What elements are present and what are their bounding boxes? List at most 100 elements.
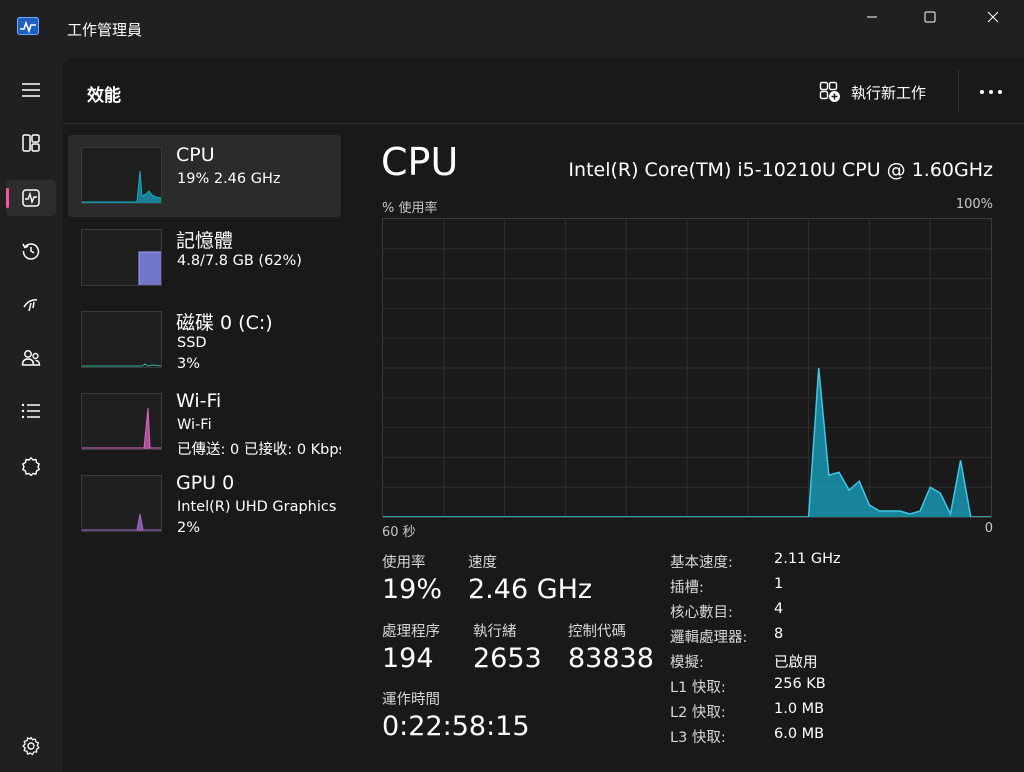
spec-value: 1.0 MB: [774, 701, 825, 717]
y-axis-max: 100%: [955, 197, 993, 212]
device-detail-2: 3%: [177, 356, 201, 372]
device-item-disk[interactable]: 磁碟 0 (C:) SSD 3%: [68, 299, 341, 381]
cpu-usage-graph: [382, 218, 992, 518]
device-name: GPU 0: [176, 472, 235, 494]
page-title: 效能: [87, 86, 121, 106]
more-icon: [980, 90, 1002, 94]
device-item-memory[interactable]: 記憶體 4.8/7.8 GB (62%): [68, 217, 341, 299]
device-name: 磁碟 0 (C:): [176, 312, 273, 334]
device-thumbnail: [81, 393, 162, 450]
stat-speed: 速度 2.46 GHz: [468, 551, 592, 605]
spec-key: L1 快取:: [670, 680, 726, 696]
stat-uptime: 運作時間 0:22:58:15: [382, 688, 530, 742]
spec-value: 已啟用: [774, 655, 818, 671]
window-title: 工作管理員: [67, 21, 143, 39]
uptime-value: 0:22:58:15: [382, 711, 530, 742]
details-icon: [21, 403, 40, 419]
speed-value: 2.46 GHz: [468, 574, 593, 605]
services-icon: [22, 457, 40, 476]
run-new-task-label: 執行新工作: [851, 83, 927, 102]
spec-key: 模擬:: [670, 655, 704, 671]
spec-key: 基本速度:: [670, 555, 733, 571]
settings-icon: [22, 736, 40, 756]
cpu-usage-chart: [383, 219, 991, 518]
stat-processes: 處理程序 194: [382, 620, 440, 674]
speed-label: 速度: [468, 555, 497, 571]
threads-label: 執行緒: [473, 624, 517, 640]
handles-label: 控制代碼: [568, 624, 626, 640]
spec-value: 4: [774, 601, 784, 617]
nav-item-users[interactable]: [6, 340, 56, 376]
device-detail-1: Wi-Fi: [177, 417, 212, 433]
spec-value: 6.0 MB: [774, 726, 825, 742]
content-pane: 效能 執行新工作 CPU 19% 2.46 GHz 記憶體 4.8/7.8 GB…: [63, 58, 1024, 772]
nav-item-performance[interactable]: [6, 180, 56, 216]
device-detail-1: Intel(R) UHD Graphics: [177, 499, 337, 515]
spec-key: L2 快取:: [670, 705, 726, 721]
task-manager-window: 工作管理員 效能 執行新工作 CPU 19% 2.46 GHz 記憶體 4.8/…: [0, 0, 1024, 772]
device-name: CPU: [176, 144, 215, 166]
nav-item-settings[interactable]: [6, 728, 56, 764]
processes-value: 194: [382, 643, 434, 674]
stat-handles: 控制代碼 83838: [568, 620, 654, 674]
device-item-wifi[interactable]: Wi-Fi Wi-Fi 已傳送: 0 已接收: 0 Kbps: [68, 381, 341, 463]
header-divider: [958, 70, 959, 112]
device-name: Wi-Fi: [176, 390, 222, 412]
spec-value: 256 KB: [774, 676, 826, 692]
threads-value: 2653: [473, 643, 542, 674]
device-item-cpu[interactable]: CPU 19% 2.46 GHz: [68, 135, 341, 217]
device-thumbnail: [81, 311, 162, 368]
maximize-button[interactable]: [907, 0, 953, 34]
close-button[interactable]: [970, 0, 1016, 34]
app-history-icon: [22, 243, 40, 260]
cpu-detail-panel: CPU Intel(R) Core(TM) i5-10210U CPU @ 1.…: [381, 135, 1021, 765]
device-item-gpu[interactable]: GPU 0 Intel(R) UHD Graphics 2%: [68, 463, 341, 545]
device-detail-1: 19% 2.46 GHz: [177, 171, 281, 187]
utilization-label: 使用率: [382, 555, 426, 571]
processes-label: 處理程序: [382, 624, 440, 640]
run-new-task-icon: [819, 81, 840, 102]
utilization-value: 19%: [382, 574, 443, 605]
nav-item-startup-apps[interactable]: [6, 286, 56, 322]
spec-value: 1: [774, 576, 784, 592]
nav-item-processes[interactable]: [6, 125, 56, 161]
handles-value: 83838: [568, 643, 654, 674]
spec-value: 8: [774, 626, 784, 642]
stat-threads: 執行緒 2653: [473, 620, 542, 674]
spec-key: L3 快取:: [670, 730, 726, 746]
x-axis-left-label: 60 秒: [382, 525, 416, 540]
device-detail-1: 4.8/7.8 GB (62%): [177, 253, 302, 269]
nav-item-services[interactable]: [6, 448, 56, 484]
spec-key: 插槽:: [670, 580, 704, 596]
nav-item-details[interactable]: [6, 393, 56, 429]
minimize-button[interactable]: [849, 0, 895, 34]
device-thumbnail: [81, 475, 162, 532]
more-options-button[interactable]: [971, 78, 1011, 106]
hamburger-menu-icon: [22, 83, 40, 97]
spec-key: 核心數目:: [670, 605, 733, 621]
active-indicator: [6, 188, 9, 208]
task-manager-icon: [17, 17, 39, 35]
content-header: 效能 執行新工作: [63, 58, 1024, 124]
title-bar: 工作管理員: [0, 0, 1024, 58]
nav-item-app-history[interactable]: [6, 233, 56, 269]
run-new-task-button[interactable]: 執行新工作: [819, 78, 926, 106]
users-icon: [21, 350, 41, 366]
stat-utilization: 使用率 19%: [382, 551, 442, 605]
cpu-model: Intel(R) Core(TM) i5-10210U CPU @ 1.60GH…: [568, 159, 993, 181]
startup-apps-icon: [23, 299, 38, 312]
nav-rail: [0, 58, 62, 772]
device-thumbnail: [81, 229, 162, 286]
x-axis-right-label: 0: [984, 521, 993, 536]
processes-icon: [22, 134, 40, 152]
spec-key: 邏輯處理器:: [670, 630, 748, 646]
y-axis-label: % 使用率: [382, 201, 438, 216]
uptime-label: 運作時間: [382, 692, 440, 708]
device-detail-2: 已傳送: 0 已接收: 0 Kbps: [177, 442, 341, 458]
device-detail-1: SSD: [177, 335, 207, 351]
device-thumbnail: [81, 147, 162, 204]
device-name: 記憶體: [176, 230, 234, 252]
performance-icon: [22, 189, 40, 207]
nav-menu-button[interactable]: [6, 72, 56, 108]
device-detail-2: 2%: [177, 520, 201, 536]
